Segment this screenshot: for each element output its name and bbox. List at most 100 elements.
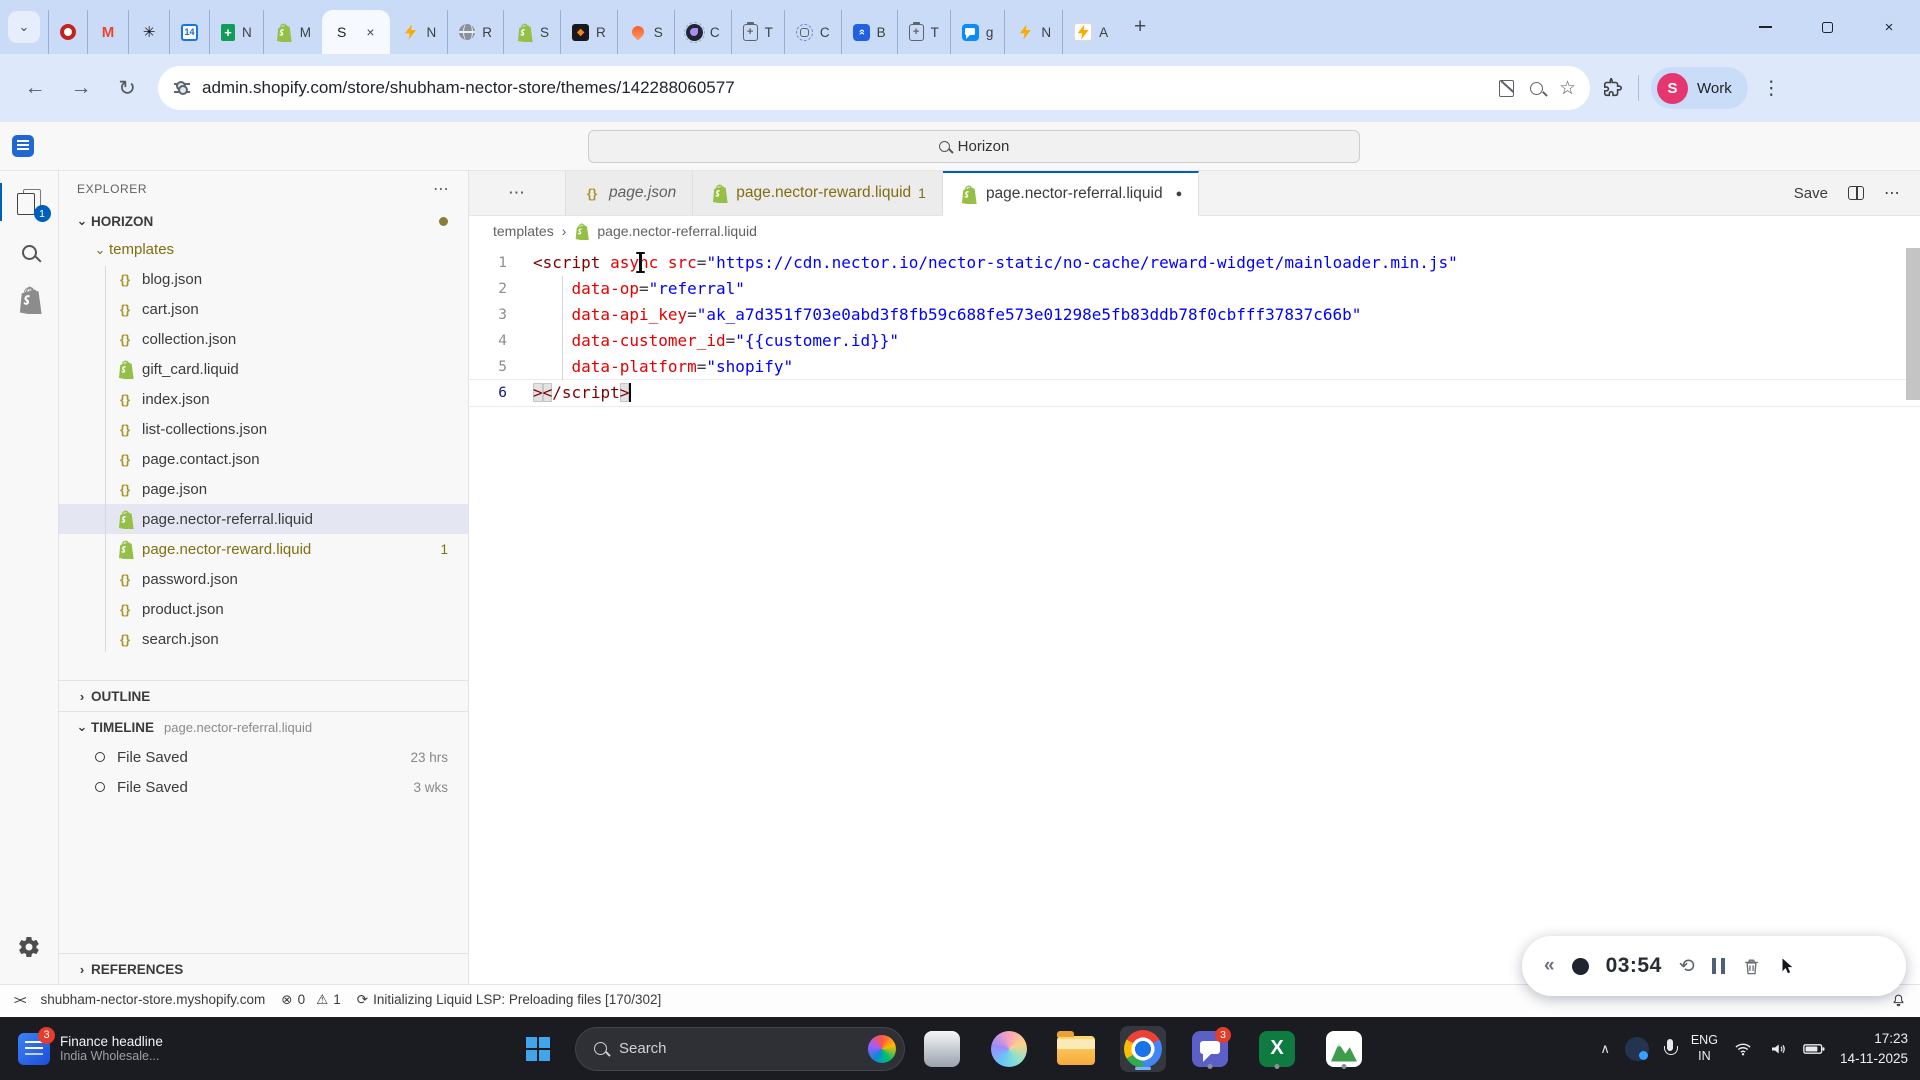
taskbar-app-button[interactable] [1321, 1026, 1367, 1072]
browser-tab[interactable]: S × [322, 10, 390, 54]
command-center-search[interactable]: Horizon [588, 130, 1360, 163]
browser-tab[interactable]: A [1062, 10, 1119, 54]
site-info-icon[interactable] [174, 81, 190, 95]
new-tab-button[interactable]: + [1125, 12, 1155, 42]
file-row[interactable]: {} collection.json [59, 324, 468, 354]
code-line[interactable]: 4 data-customer_id="{{customer.id}}" [469, 328, 1920, 354]
references-section-header[interactable]: › REFERENCES [59, 953, 468, 984]
code-text[interactable]: data-api_key="ak_a7d351f703e0abd3f8fb59c… [533, 302, 1362, 328]
code-text[interactable]: ></script> [533, 380, 632, 406]
taskbar-app-button[interactable]: X [1254, 1026, 1300, 1072]
code-text[interactable]: data-platform="shopify" [533, 354, 794, 380]
editor-scrollbar[interactable] [1906, 248, 1920, 400]
browser-tab[interactable]: M [87, 10, 128, 54]
activity-shopify-button[interactable] [0, 277, 59, 327]
file-row[interactable]: {} password.json [59, 564, 468, 594]
bookmark-star-icon[interactable]: ☆ [1559, 77, 1576, 100]
browser-tab[interactable]: C [783, 10, 841, 54]
editor-more-button[interactable]: ⋯ [1884, 183, 1900, 203]
screen-recorder-widget[interactable]: « 03:54 ⟲ [1522, 936, 1906, 996]
editor-tab[interactable]: page.nector-referral.liquid ● [942, 171, 1200, 216]
tab-close-icon[interactable]: × [366, 24, 374, 40]
taskbar-app-button[interactable] [919, 1026, 965, 1072]
store-host[interactable]: shubham-nector-store.myshopify.com [40, 992, 265, 1007]
cursor-highlight-button[interactable] [1778, 957, 1796, 975]
file-row[interactable]: {} cart.json [59, 294, 468, 324]
minimize-button[interactable] [1734, 0, 1796, 54]
restart-recording-icon[interactable]: ⟲ [1679, 955, 1695, 978]
browser-tab[interactable]: S [616, 10, 674, 54]
browser-tab[interactable]: ◆ R [560, 10, 617, 54]
taskbar-app-button[interactable] [986, 1026, 1032, 1072]
browser-tab[interactable]: ✳ [128, 10, 169, 54]
weather-news-widget[interactable]: 3 Finance headline India Wholesale... [10, 1017, 171, 1080]
browser-tab[interactable]: 14 [169, 10, 209, 54]
file-row[interactable]: {} page.json [59, 474, 468, 504]
language-indicator[interactable]: ENG IN [1691, 1033, 1718, 1064]
outline-section-header[interactable]: › OUTLINE [59, 680, 468, 711]
taskbar-search[interactable]: Search [575, 1026, 905, 1071]
taskbar-app-button[interactable]: 3 [1187, 1026, 1233, 1072]
volume-button[interactable] [1768, 1040, 1788, 1058]
start-button[interactable] [515, 1026, 561, 1072]
code-editor[interactable]: 1 <script async src="https://cdn.nector.i… [469, 246, 1920, 984]
browser-tab[interactable]: + T [896, 10, 950, 54]
address-bar[interactable]: admin.shopify.com/store/shubham-nector-s… [158, 66, 1590, 110]
activity-search-button[interactable] [0, 227, 59, 277]
code-line[interactable]: 1 <script async src="https://cdn.nector.i… [469, 250, 1920, 276]
tab-overflow-button[interactable]: ⋯ [469, 171, 565, 215]
taskbar-app-button[interactable] [1053, 1026, 1099, 1072]
record-stop-button[interactable] [1571, 957, 1589, 975]
code-text[interactable]: data-op="referral" [533, 276, 745, 302]
file-row[interactable]: page.nector-referral.liquid [59, 504, 468, 534]
zoom-icon[interactable] [1529, 81, 1543, 95]
root-folder-row[interactable]: ⌄ HORIZON [59, 207, 468, 235]
browser-tab[interactable]: + T [730, 10, 784, 54]
browser-tab[interactable]: M [262, 10, 322, 54]
wifi-button[interactable] [1733, 1040, 1753, 1058]
browser-menu-button[interactable]: ⋮ [1762, 77, 1781, 100]
code-line[interactable]: 2 data-op="referral" [469, 276, 1920, 302]
breadcrumb[interactable]: templates › page.nector-referral.liquid [469, 216, 1920, 246]
back-button[interactable]: ← [14, 67, 56, 109]
breadcrumb-file[interactable]: page.nector-referral.liquid [597, 223, 757, 239]
activity-explorer-button[interactable]: 1 [0, 177, 59, 227]
tab-search-button[interactable]: ⌄ [8, 11, 40, 43]
browser-tab[interactable]: C [673, 10, 731, 54]
breadcrumb-folder[interactable]: templates [493, 223, 554, 239]
reload-button[interactable]: ↻ [106, 67, 148, 109]
close-button[interactable]: × [1858, 0, 1920, 54]
timeline-item[interactable]: File Saved 3 wks [59, 772, 468, 802]
remote-indicator-icon[interactable]: >< [14, 993, 27, 1007]
file-row[interactable]: {} list-collections.json [59, 414, 468, 444]
dirty-dot-icon[interactable]: ● [1176, 188, 1183, 200]
explorer-more-button[interactable]: ⋯ [433, 179, 450, 199]
delete-recording-button[interactable] [1742, 957, 1761, 976]
code-line[interactable]: 5 data-platform="shopify" [469, 354, 1920, 380]
code-line[interactable]: 6 ></script> [469, 380, 1920, 406]
browser-tab[interactable]: S [503, 10, 560, 54]
browser-tab[interactable]: R [447, 10, 503, 54]
notifications-bell-icon[interactable] [1891, 992, 1906, 1007]
save-button[interactable]: Save [1794, 185, 1828, 202]
taskbar-app-button[interactable] [1120, 1025, 1166, 1072]
file-row[interactable]: {} search.json [59, 624, 468, 654]
profile-chip[interactable]: S Work [1651, 67, 1748, 109]
hidden-icons-chevron[interactable]: ∧ [1600, 1041, 1610, 1057]
clock[interactable]: 17:23 14-11-2025 [1840, 1029, 1908, 1068]
battery-button[interactable] [1803, 1041, 1825, 1057]
code-editor-logo-icon[interactable] [12, 135, 34, 157]
code-text[interactable]: data-customer_id="{{customer.id}}" [533, 328, 900, 354]
browser-tab[interactable]: » B [840, 10, 897, 54]
maximize-button[interactable] [1796, 0, 1858, 54]
pause-recording-icon[interactable] [1711, 958, 1725, 974]
settings-gear-button[interactable] [0, 922, 59, 972]
microphone-icon[interactable] [1663, 1038, 1678, 1059]
timeline-item[interactable]: File Saved 23 hrs [59, 742, 468, 772]
code-text[interactable]: <script async src="https://cdn.nector.io… [533, 250, 1458, 276]
file-row[interactable]: {} blog.json [59, 264, 468, 294]
editor-tab[interactable]: page.nector-reward.liquid 1 [693, 171, 943, 216]
browser-tab[interactable]: N [1004, 10, 1062, 54]
browser-tab[interactable] [48, 10, 87, 54]
file-row[interactable]: page.nector-reward.liquid 1 [59, 534, 468, 564]
